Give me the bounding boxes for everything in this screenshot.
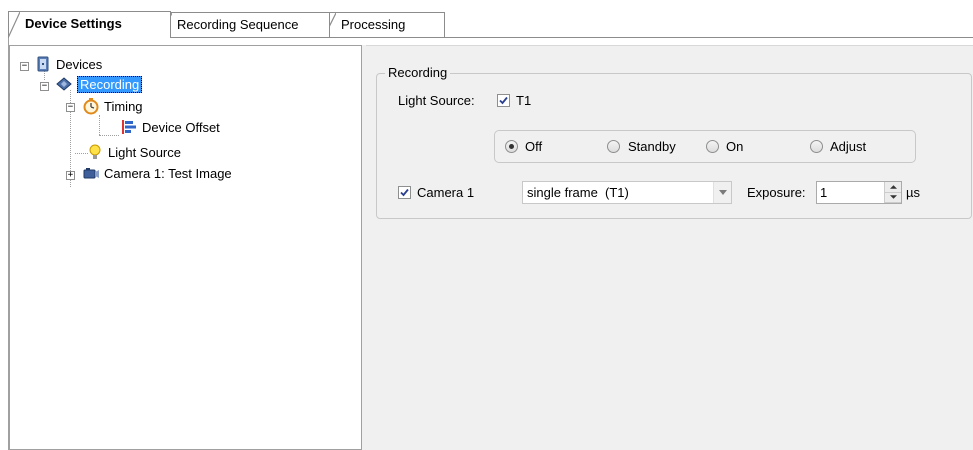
radio-off-label: Off bbox=[525, 139, 543, 154]
camera-checkbox-label: Camera 1 bbox=[417, 185, 475, 200]
frame-mode-dropdown[interactable]: single frame (T1) bbox=[522, 181, 732, 204]
expand-camera-toggle[interactable]: + bbox=[66, 171, 75, 180]
tab-label-device-settings: Device Settings bbox=[25, 16, 122, 31]
exposure-value: 1 bbox=[820, 185, 828, 200]
light-source-checkbox-label: T1 bbox=[516, 93, 532, 108]
exposure-unit: µs bbox=[906, 185, 920, 200]
recording-icon bbox=[55, 75, 73, 93]
stepper-down-icon[interactable] bbox=[885, 192, 901, 203]
light-source-label: Light Source: bbox=[398, 93, 475, 108]
light-source-checkbox[interactable] bbox=[497, 94, 510, 107]
tree-label-recording: Recording bbox=[77, 75, 143, 93]
tab-recording-sequence[interactable]: Recording Sequence bbox=[160, 12, 330, 37]
tab-underline bbox=[171, 37, 973, 38]
device-tree[interactable] bbox=[9, 45, 362, 450]
tree-label-devices: Devices bbox=[56, 56, 103, 72]
tab-device-settings[interactable]: Device Settings bbox=[8, 11, 171, 38]
exposure-label: Exposure: bbox=[747, 185, 806, 200]
stepper-arrows[interactable] bbox=[884, 182, 901, 203]
lightbulb-icon bbox=[86, 143, 104, 161]
tab-slant bbox=[8, 12, 20, 38]
chevron-down-icon[interactable] bbox=[713, 182, 731, 203]
radio-standby[interactable] bbox=[607, 140, 620, 153]
checkmark-icon bbox=[499, 96, 508, 105]
checkmark-icon bbox=[400, 188, 409, 197]
exposure-stepper[interactable]: 1 bbox=[816, 181, 902, 204]
camera-icon bbox=[82, 164, 100, 182]
tree-label-camera: Camera 1: Test Image bbox=[104, 165, 232, 181]
stepper-up-icon[interactable] bbox=[885, 182, 901, 193]
tree-node-device-offset[interactable]: Device Offset bbox=[120, 118, 220, 136]
tab-label-recording-sequence: Recording Sequence bbox=[177, 17, 299, 32]
collapse-recording-toggle[interactable]: − bbox=[40, 82, 49, 91]
radio-standby-label: Standby bbox=[628, 139, 676, 154]
tab-label-processing: Processing bbox=[341, 17, 406, 32]
radio-on-label: On bbox=[726, 139, 744, 154]
timer-icon bbox=[82, 97, 100, 115]
offset-bars-icon bbox=[120, 118, 138, 136]
tree-node-timing[interactable]: Timing bbox=[82, 97, 143, 115]
tree-label-device-offset: Device Offset bbox=[142, 119, 220, 135]
tree-line bbox=[99, 115, 100, 135]
tab-strip: Processing Recording Sequence Device Set… bbox=[0, 0, 973, 40]
recording-group-title: Recording bbox=[385, 65, 451, 80]
radio-on[interactable] bbox=[706, 140, 719, 153]
collapse-timing-toggle[interactable]: − bbox=[66, 103, 75, 112]
tab-processing[interactable]: Processing bbox=[324, 12, 445, 37]
tree-node-camera[interactable]: Camera 1: Test Image bbox=[82, 164, 232, 182]
radio-off[interactable] bbox=[505, 140, 518, 153]
frame-mode-value: single frame (T1) bbox=[527, 185, 629, 200]
tree-line bbox=[99, 135, 119, 136]
collapse-devices-toggle[interactable]: − bbox=[20, 62, 29, 71]
tree-node-devices[interactable]: Devices bbox=[34, 55, 102, 73]
radio-adjust[interactable] bbox=[810, 140, 823, 153]
tree-label-light-source: Light Source bbox=[108, 144, 181, 160]
tree-label-timing: Timing bbox=[104, 98, 143, 114]
tree-node-light-source[interactable]: Light Source bbox=[86, 143, 181, 161]
camera-checkbox[interactable] bbox=[398, 186, 411, 199]
radio-adjust-label: Adjust bbox=[830, 139, 867, 154]
tree-node-recording[interactable]: Recording bbox=[55, 75, 143, 93]
devices-icon bbox=[34, 55, 52, 73]
